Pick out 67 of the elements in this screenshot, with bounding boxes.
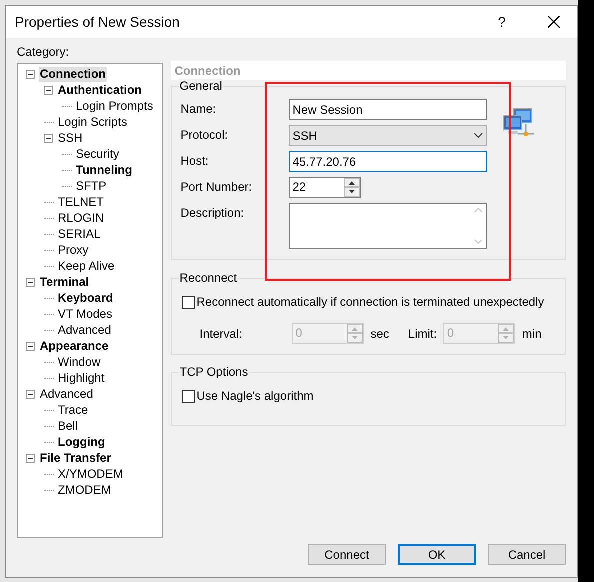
checkbox-label: Reconnect automatically if connection is terminated unexpectedly [196, 294, 544, 311]
tree-item[interactable]: ZMODEM [57, 482, 112, 498]
scroll-arrows-icon [474, 206, 483, 246]
group-title: TCP Options [178, 365, 250, 379]
tree-item[interactable]: X/YMODEM [57, 466, 124, 482]
dialog-button[interactable]: Connect [308, 544, 386, 565]
tree-item[interactable]: RLOGIN [57, 210, 106, 226]
window-title: Properties of New Session [15, 12, 181, 32]
tree-item[interactable]: Trace [57, 402, 90, 418]
checkbox[interactable] [182, 390, 195, 402]
unit-label: sec [370, 326, 390, 342]
tree-item[interactable]: File Transfer [39, 450, 112, 466]
tree-item[interactable]: Logging [57, 434, 106, 450]
port-spinbox[interactable]: 22 [288, 177, 361, 198]
field-label: Interval: [200, 326, 244, 342]
chevron-down-icon [474, 133, 483, 138]
dialog-button[interactable]: Cancel [488, 544, 566, 565]
tree-item[interactable]: Security [75, 146, 120, 162]
tree-item[interactable]: Window [57, 354, 102, 370]
field-label: Description: [180, 206, 244, 220]
description-field[interactable] [288, 203, 487, 249]
checkbox-label: Use Nagle's algorithm [196, 388, 314, 405]
tree-item[interactable]: Appearance [39, 338, 110, 354]
group-title: General [178, 79, 224, 93]
tree-item[interactable]: Terminal [39, 274, 90, 290]
collapse-icon[interactable] [26, 454, 35, 462]
collapse-icon[interactable] [26, 342, 35, 350]
section-title: Connection [174, 62, 241, 80]
text-field[interactable]: 45.77.20.76 [288, 151, 487, 172]
tree-item[interactable]: Keep Alive [57, 258, 116, 274]
tree-item[interactable]: SSH [57, 130, 84, 146]
tree-item[interactable]: SFTP [75, 178, 108, 194]
dialog-button[interactable]: OK [398, 544, 476, 565]
tree-item[interactable]: Tunneling [75, 162, 134, 178]
spin-arrows-icon[interactable] [344, 178, 360, 197]
tree-item[interactable]: Login Prompts [75, 98, 154, 114]
collapse-icon[interactable] [26, 278, 35, 286]
category-label: Category: [17, 45, 70, 60]
collapse-icon[interactable] [44, 86, 53, 94]
tree-item[interactable]: SERIAL [57, 226, 102, 242]
tree-item[interactable]: Bell [57, 418, 80, 434]
tree-item[interactable]: Login Scripts [57, 114, 128, 130]
collapse-icon[interactable] [44, 134, 53, 142]
field-label: Name: [180, 102, 216, 116]
tree-item[interactable]: Authentication [57, 82, 143, 98]
help-button[interactable]: ? [487, 7, 517, 37]
unit-label: min [522, 326, 542, 342]
field-label: Limit: [408, 326, 438, 342]
tree-item[interactable]: VT Modes [57, 306, 114, 322]
field-label: Host: [180, 154, 209, 168]
tree-item[interactable]: Connection [39, 66, 107, 82]
field-label: Protocol: [180, 128, 228, 142]
text-field[interactable]: New Session [288, 99, 487, 120]
field-label: Port Number: [180, 180, 252, 194]
collapse-icon[interactable] [26, 390, 35, 398]
tree-item[interactable]: Advanced [57, 322, 112, 338]
tree-item[interactable]: Keyboard [57, 290, 114, 306]
collapse-icon[interactable] [26, 70, 35, 78]
network-computers-icon [502, 108, 536, 138]
group-title: Reconnect [178, 271, 238, 285]
protocol-dropdown[interactable]: SSH [288, 125, 487, 146]
checkbox[interactable] [182, 296, 195, 308]
tree-item[interactable]: Highlight [57, 370, 106, 386]
close-icon [548, 16, 560, 28]
tree-item[interactable]: Proxy [57, 242, 90, 258]
tree-item[interactable]: TELNET [57, 194, 106, 210]
tree-item[interactable]: Advanced [39, 386, 94, 402]
